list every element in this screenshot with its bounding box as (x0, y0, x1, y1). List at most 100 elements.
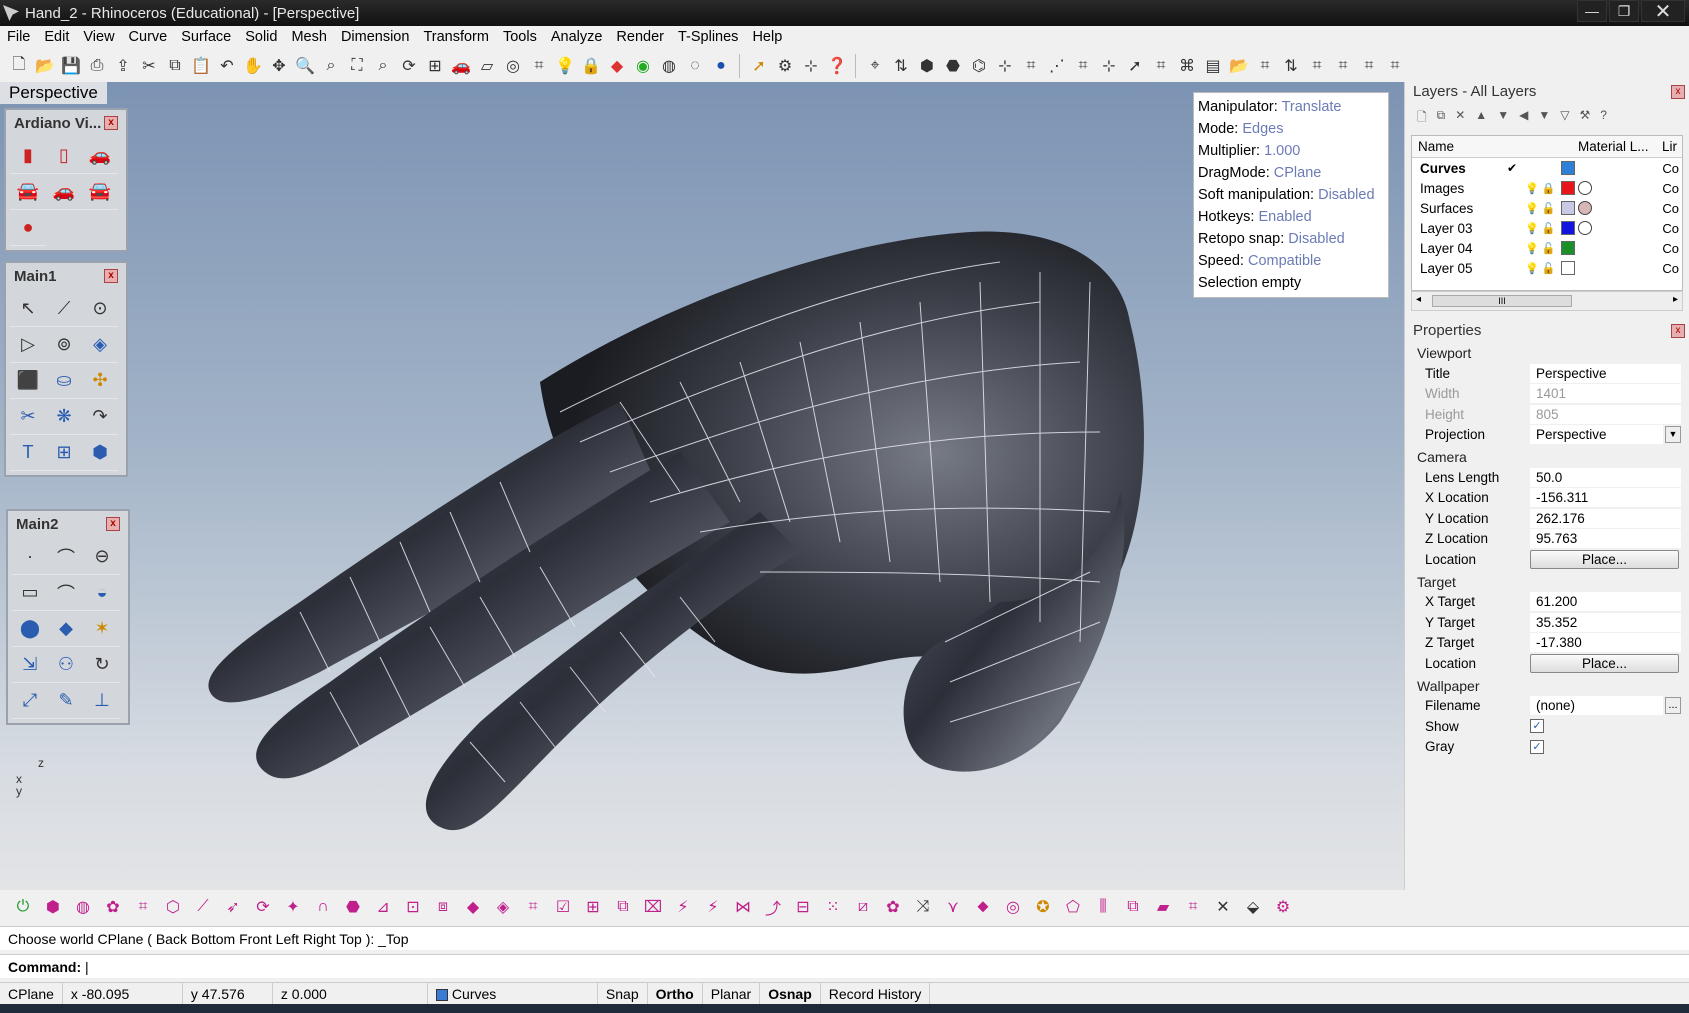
tspline-tool-icon[interactable]: ⌗ (1020, 55, 1042, 77)
panel-close-button[interactable]: x (104, 116, 118, 130)
bulb-icon[interactable]: 💡 (1525, 183, 1539, 195)
tspline-tool-icon[interactable]: ⚡ (702, 896, 724, 918)
layer-color-swatch[interactable] (1561, 261, 1575, 275)
wireframe-sphere-icon[interactable]: ◍ (658, 55, 680, 77)
ortho-toggle[interactable]: Ortho (648, 982, 703, 1005)
tspline-tool-icon[interactable]: ⌗ (1072, 55, 1094, 77)
tspline-tool-icon[interactable]: ✪ (1032, 896, 1054, 918)
tspline-tool-icon[interactable]: ⋎ (942, 896, 964, 918)
car-icon[interactable]: ▯ (46, 138, 82, 174)
z-target-field[interactable]: -17.380 (1530, 633, 1681, 653)
osnap-toggle[interactable]: Osnap (760, 982, 821, 1005)
four-viewports-icon[interactable]: ⊞ (424, 55, 446, 77)
tspline-tool-icon[interactable]: ∩ (312, 896, 334, 918)
mode-value[interactable]: Edges (1242, 121, 1283, 137)
plane-icon[interactable]: ◆ (48, 611, 84, 647)
x-target-field[interactable]: 61.200 (1530, 592, 1681, 612)
lens-length-field[interactable]: 50.0 (1530, 467, 1681, 487)
open-file-icon[interactable]: 📂 (34, 55, 56, 77)
browse-button[interactable]: ... (1665, 697, 1681, 715)
layer-color-swatch[interactable] (1561, 161, 1575, 175)
x-location-field[interactable]: -156.311 (1530, 488, 1681, 508)
curve-icon[interactable]: ▷ (10, 327, 46, 363)
tspline-tool-icon[interactable]: ⬙ (1242, 896, 1264, 918)
menu-tsplines[interactable]: T-Splines (671, 29, 745, 45)
dragmode-value[interactable]: CPlane (1274, 165, 1322, 181)
new-layer-icon[interactable]: 🗋 (1417, 108, 1427, 129)
menu-tools[interactable]: Tools (496, 29, 544, 45)
z-location-field[interactable]: 95.763 (1530, 529, 1681, 549)
trim-icon[interactable]: ✂ (10, 399, 46, 435)
layer-row[interactable]: Images 💡 🔒 Co (1412, 178, 1682, 198)
layer-color-swatch[interactable] (1561, 221, 1575, 235)
tspline-settings-icon[interactable]: ⚙ (1272, 896, 1294, 918)
move-up-icon[interactable]: ▲ (1475, 108, 1487, 129)
tspline-tool-icon[interactable]: ⌗ (1182, 896, 1204, 918)
y-target-field[interactable]: 35.352 (1530, 612, 1681, 632)
car-icon[interactable]: 🚘 (82, 174, 118, 210)
panel-close-button[interactable]: x (104, 269, 118, 283)
maximize-button[interactable]: ❐ (1609, 0, 1639, 22)
text-icon[interactable]: T (10, 435, 46, 471)
layer-state-icons[interactable]: 💡 🔓 (1525, 222, 1561, 235)
menu-surface[interactable]: Surface (174, 29, 238, 45)
zoom-icon[interactable]: 🔍 (294, 55, 316, 77)
zoom-selected-icon[interactable]: ⌕ (372, 55, 394, 77)
power-icon[interactable]: ⏻ (12, 896, 34, 918)
tspline-tool-icon[interactable]: ⌗ (1150, 55, 1172, 77)
tspline-tool-icon[interactable]: ⌗ (522, 896, 544, 918)
tspline-tool-icon[interactable]: ⌗ (1332, 55, 1354, 77)
tspline-tool-icon[interactable]: ⫼ (1092, 896, 1114, 918)
bulb-icon[interactable]: 💡 (1525, 223, 1539, 235)
tspline-tool-icon[interactable]: ⤴ (762, 896, 784, 918)
help-icon[interactable]: ❓ (826, 55, 848, 77)
tspline-tool-icon[interactable]: ☑ (552, 896, 574, 918)
array-icon[interactable]: ⊞ (46, 435, 82, 471)
bulb-icon[interactable]: 💡 (1525, 203, 1539, 215)
filter-icon[interactable]: ▽ (1560, 108, 1569, 129)
dimension-icon[interactable]: ⊥ (84, 683, 120, 719)
layer-row[interactable]: Curves ✔ Co (1412, 158, 1682, 178)
osnap-icon[interactable]: ◎ (502, 55, 524, 77)
menu-render[interactable]: Render (609, 29, 671, 45)
pointer-icon[interactable]: ➚ (748, 55, 770, 77)
move-in-icon[interactable]: ▼ (1538, 108, 1550, 129)
tspline-tool-icon[interactable]: ⬢ (916, 55, 938, 77)
new-file-icon[interactable]: 🗋 (8, 55, 30, 77)
edit-icon[interactable]: ✎ (48, 683, 84, 719)
record-history-toggle[interactable]: Record History (821, 982, 931, 1005)
chevron-down-icon[interactable]: ▼ (1665, 426, 1681, 444)
rotate-icon[interactable]: ↻ (84, 647, 120, 683)
surface-icon[interactable]: ◈ (82, 327, 118, 363)
tspline-tool-icon[interactable]: ⊹ (994, 55, 1016, 77)
cylinder-icon[interactable]: ⛀ (46, 363, 82, 399)
move-icon[interactable]: ⇲ (12, 647, 48, 683)
tspline-tool-icon[interactable]: ⋰ (1046, 55, 1068, 77)
tspline-tool-icon[interactable]: ⬣ (942, 55, 964, 77)
material-icon[interactable] (1578, 181, 1592, 195)
tspline-tool-icon[interactable]: ✕ (1212, 896, 1234, 918)
linetype-column-header[interactable]: Lir (1656, 139, 1677, 154)
layer-icon[interactable]: ◆ (606, 55, 628, 77)
pan-hand-icon[interactable]: ✋ (242, 55, 264, 77)
layer-state-icons[interactable]: 💡 🔓 (1525, 202, 1561, 215)
camera-place-button[interactable]: Place... (1530, 549, 1679, 569)
hotkeys-value[interactable]: Enabled (1258, 209, 1311, 225)
scroll-right-icon[interactable]: ▸ (1673, 294, 1678, 305)
menu-edit[interactable]: Edit (37, 29, 76, 45)
tspline-tool-icon[interactable]: ▰ (1152, 896, 1174, 918)
tspline-tool-icon[interactable]: ⌘ (1176, 55, 1198, 77)
tspline-tool-icon[interactable]: ⊹ (1098, 55, 1120, 77)
tspline-tool-icon[interactable]: 📂 (1228, 55, 1250, 77)
tspline-box-icon[interactable]: ⬢ (42, 896, 64, 918)
unlock-icon[interactable]: 🔓 (1542, 203, 1556, 215)
menu-transform[interactable]: Transform (416, 29, 496, 45)
scroll-left-icon[interactable]: ◂ (1416, 294, 1421, 305)
bulb-icon[interactable]: 💡 (1525, 263, 1539, 275)
boolean-icon[interactable]: ❋ (46, 399, 82, 435)
cplane-status[interactable]: CPlane (0, 982, 63, 1005)
lock-icon[interactable]: 🔒 (1542, 183, 1556, 195)
select-arrow-icon[interactable]: ↖ (10, 291, 46, 327)
import-icon[interactable]: ⇪ (112, 55, 134, 77)
tspline-tool-icon[interactable]: ⊿ (372, 896, 394, 918)
